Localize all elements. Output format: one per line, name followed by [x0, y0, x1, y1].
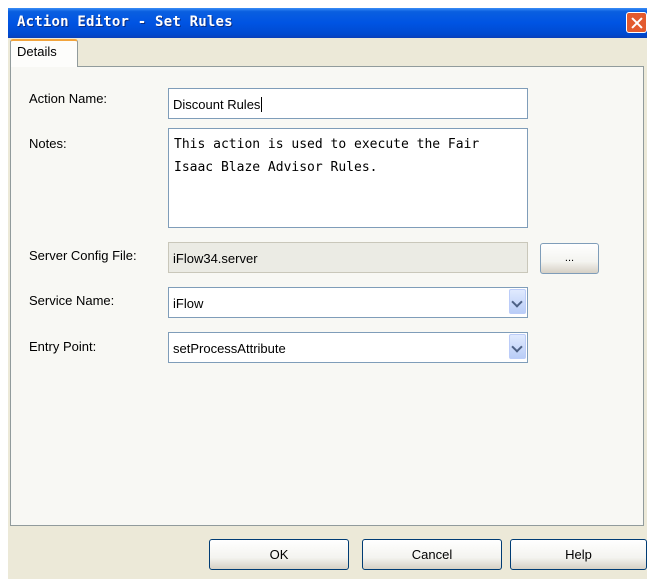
title-bar[interactable]: Action Editor - Set Rules — [8, 8, 647, 38]
entry-point-value: setProcessAttribute — [173, 341, 286, 356]
details-panel: Action Name: Discount Rules Notes: This … — [10, 66, 644, 526]
text-caret — [261, 97, 263, 112]
cancel-button[interactable]: Cancel — [362, 539, 502, 570]
browse-button[interactable]: ... — [540, 243, 599, 274]
server-config-value: iFlow34.server — [173, 251, 258, 266]
entry-point-label: Entry Point: — [29, 339, 97, 354]
ok-button[interactable]: OK — [209, 539, 349, 570]
tab-details[interactable]: Details — [10, 39, 78, 67]
server-config-field: iFlow34.server — [168, 242, 528, 273]
action-name-value: Discount Rules — [173, 97, 261, 112]
action-name-label: Action Name: — [29, 91, 108, 106]
help-button[interactable]: Help — [510, 539, 647, 570]
chevron-down-icon[interactable] — [509, 289, 526, 314]
window-title: Action Editor - Set Rules — [17, 14, 233, 30]
close-icon[interactable] — [626, 12, 647, 33]
service-name-select[interactable]: iFlow — [168, 287, 528, 318]
notes-label: Notes: — [29, 136, 67, 151]
entry-point-select[interactable]: setProcessAttribute — [168, 332, 528, 363]
action-name-input[interactable]: Discount Rules — [168, 88, 528, 119]
dialog-window: Action Editor - Set Rules Details Action… — [8, 8, 647, 579]
button-bar: OK Cancel Help — [8, 526, 647, 579]
chevron-down-icon[interactable] — [509, 334, 526, 359]
notes-textarea[interactable]: This action is used to execute the Fair … — [168, 128, 528, 228]
server-config-label: Server Config File: — [29, 248, 137, 263]
service-name-value: iFlow — [173, 296, 204, 311]
service-name-label: Service Name: — [29, 293, 115, 308]
